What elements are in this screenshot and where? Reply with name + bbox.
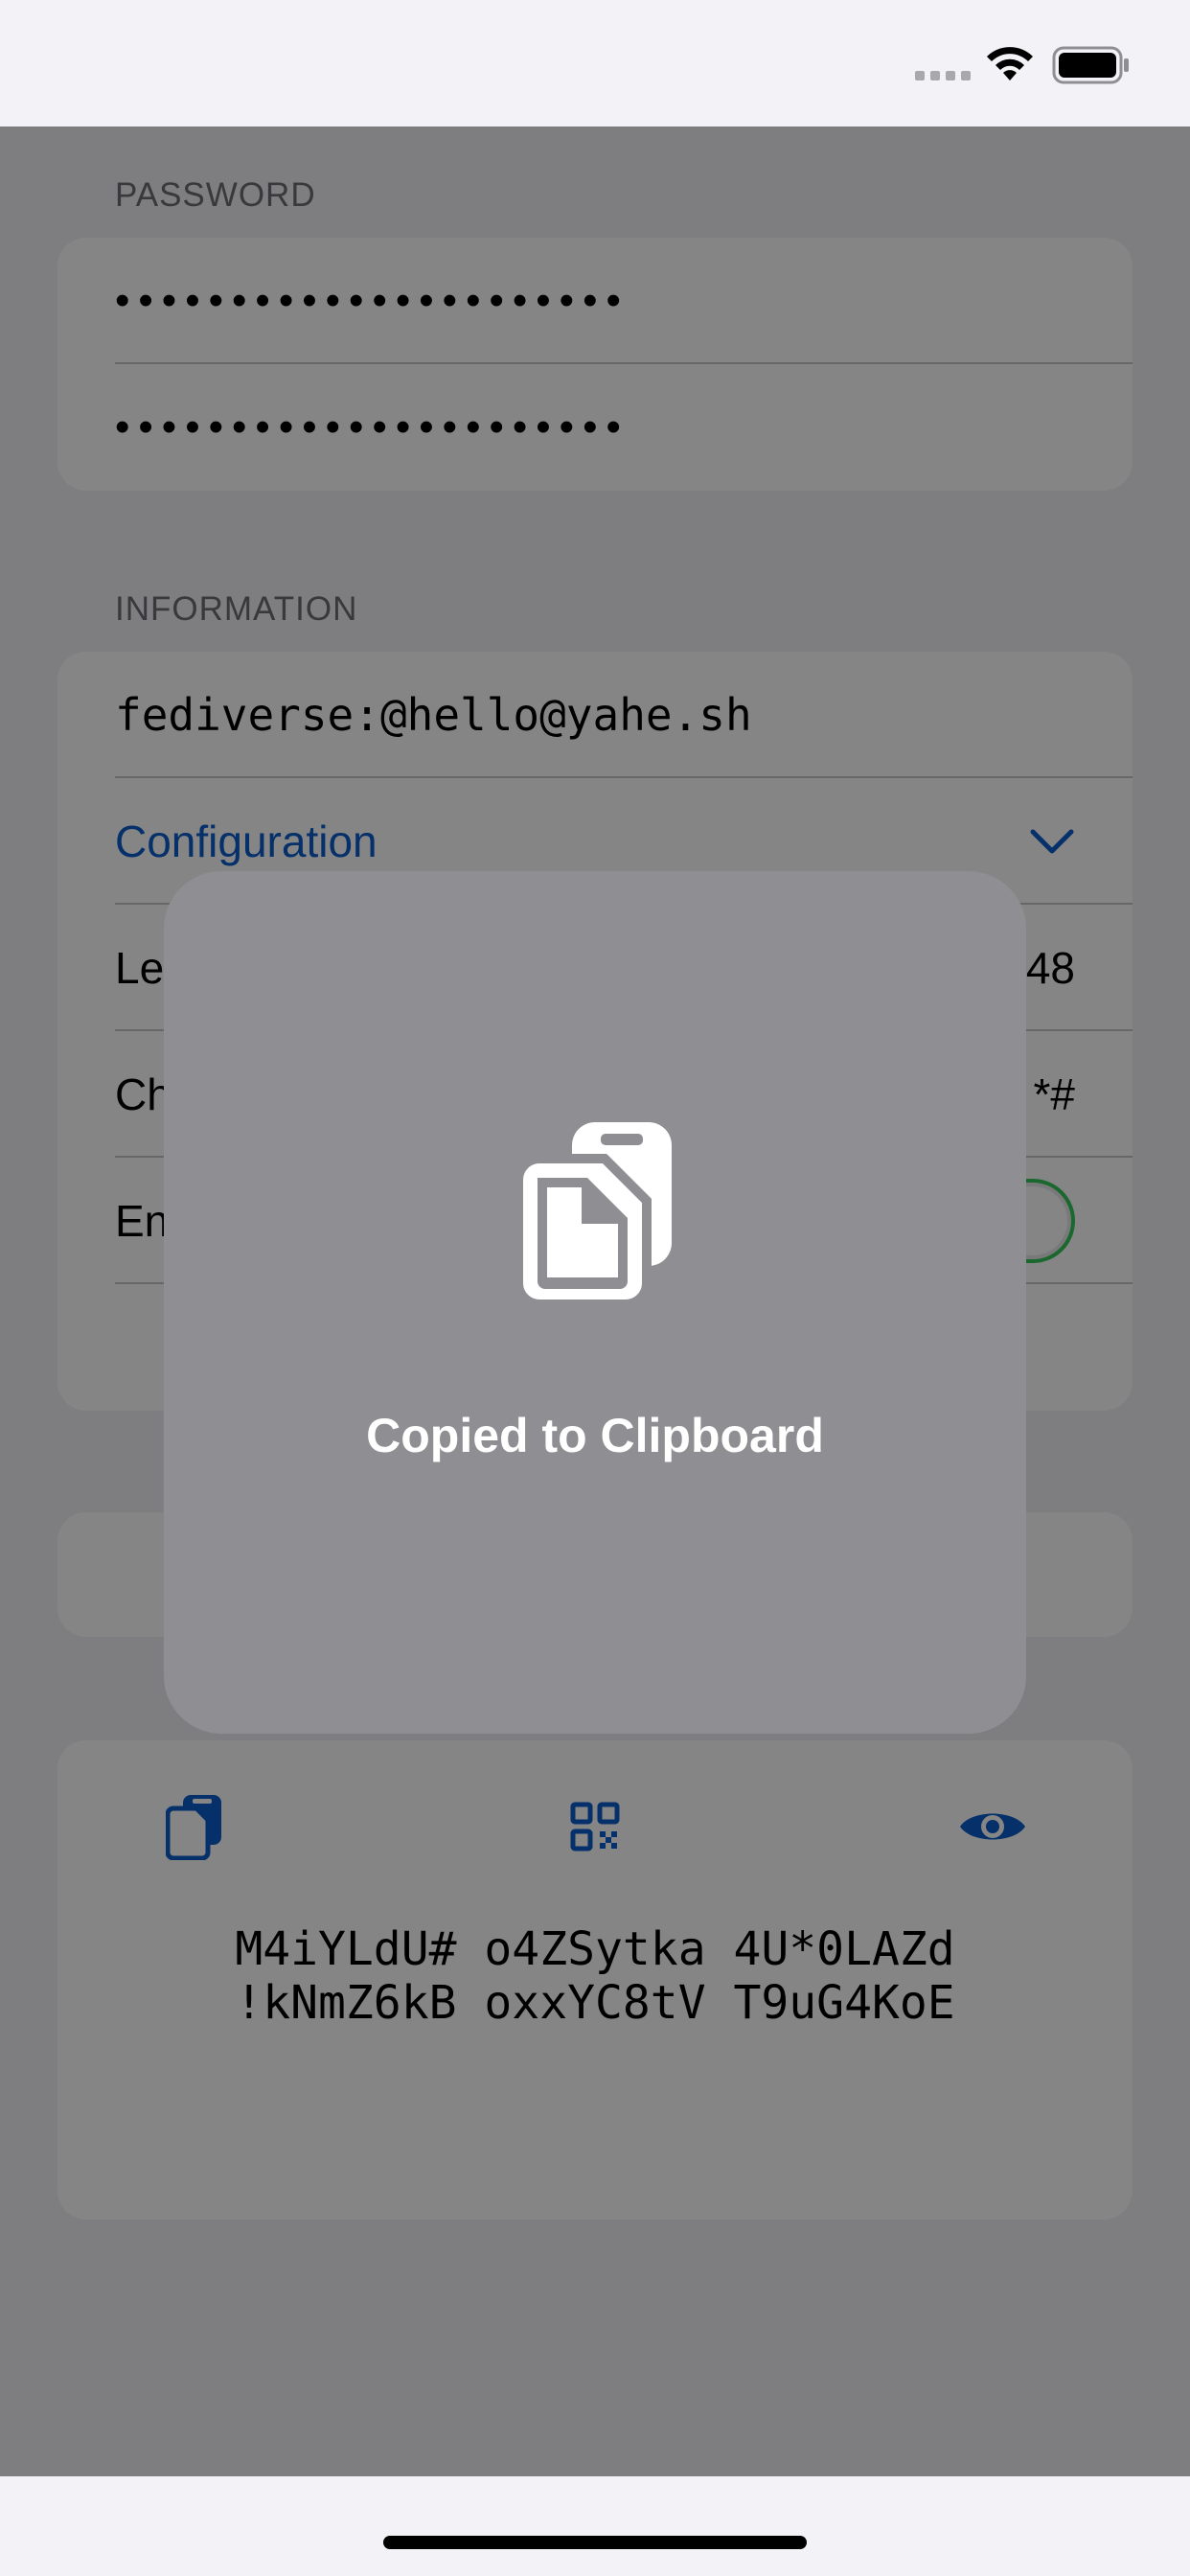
cellular-signal-icon	[915, 71, 971, 80]
status-bar	[0, 0, 1190, 126]
copied-message: Copied to Clipboard	[366, 1409, 824, 1462]
home-area	[0, 2476, 1190, 2576]
battery-icon	[1052, 46, 1129, 84]
wifi-icon	[987, 47, 1033, 80]
home-indicator[interactable]	[383, 2536, 807, 2549]
copied-hud: Copied to Clipboard	[164, 871, 1026, 1734]
clipboard-copy-icon	[516, 1122, 672, 1306]
